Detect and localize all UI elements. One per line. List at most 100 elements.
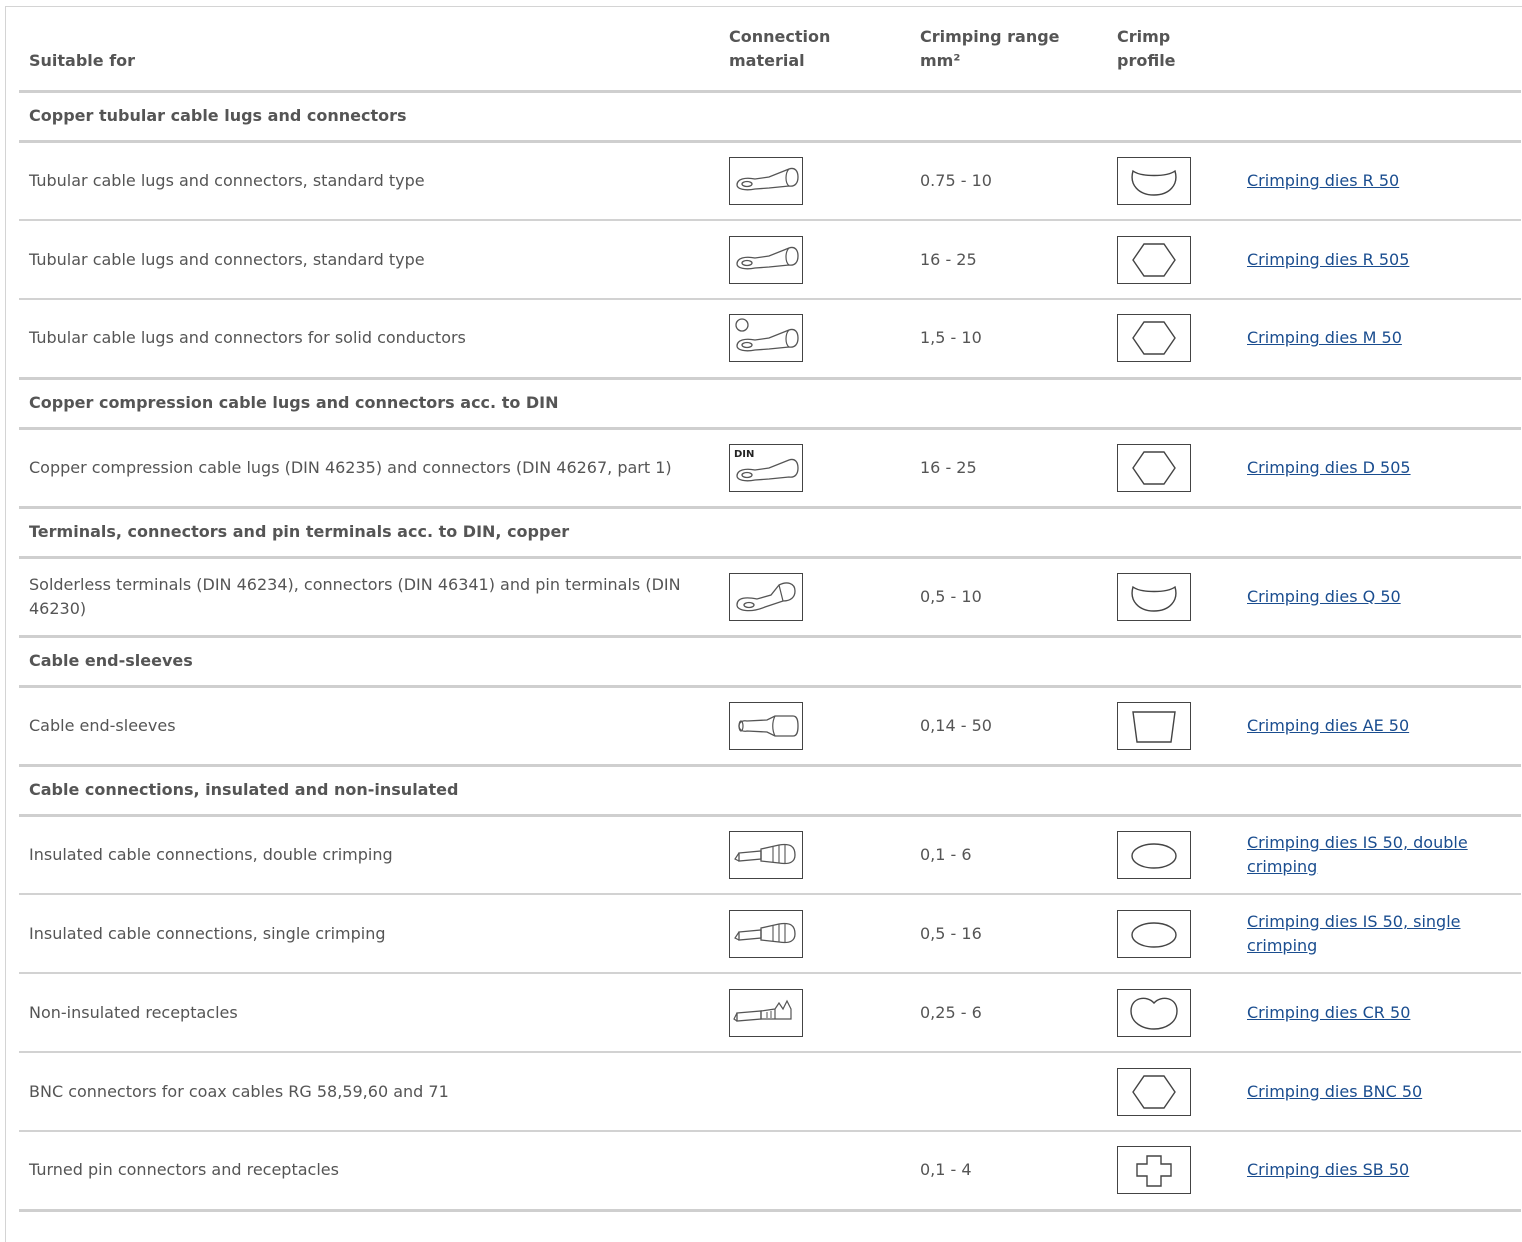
table-row: Turned pin connectors and receptacles 0,1… — [19, 1131, 1521, 1212]
crimping-dies-link[interactable]: Crimping dies SB 50 — [1247, 1160, 1409, 1179]
dies-link-cell: Crimping dies IS 50, single crimping — [1237, 894, 1521, 974]
header-suitable-for: Suitable for — [19, 0, 719, 93]
connection-material-cell: DIN — [719, 428, 910, 509]
crimping-range-cell: 0,1 - 6 — [910, 815, 1107, 895]
suitable-for-cell: Insulated cable connections, single crim… — [19, 894, 719, 974]
crimping-range-cell: 1,5 - 10 — [910, 299, 1107, 380]
crimping-dies-link[interactable]: Crimping dies AE 50 — [1247, 716, 1409, 735]
crimping-dies-link[interactable]: Crimping dies BNC 50 — [1247, 1082, 1422, 1101]
header-crimp-profile: Crimp profile — [1107, 0, 1237, 93]
end-sleeve-icon — [729, 701, 803, 750]
insulated-connector-icon — [729, 909, 803, 958]
crimp-profile-cell — [1107, 686, 1237, 767]
crimp-profile-cell — [1107, 428, 1237, 509]
suitable-for-cell: Insulated cable connections, double crim… — [19, 815, 719, 895]
section-title: Terminals, connectors and pin terminals … — [19, 507, 1521, 559]
suitable-for-cell: Non-insulated receptacles — [19, 973, 719, 1053]
hexagon-profile-icon — [1117, 1067, 1191, 1116]
dies-link-cell: Crimping dies IS 50, double crimping — [1237, 815, 1521, 895]
suitable-for-cell: Tubular cable lugs and connectors, stand… — [19, 220, 719, 300]
table-row: Non-insulated receptacles 0,25 - 6 Crimpin… — [19, 973, 1521, 1053]
table-row: Cable end-sleeves 0,14 - 50 Crimping dies … — [19, 686, 1521, 767]
table-row: Insulated cable connections, double crim… — [19, 815, 1521, 895]
table-row: Solderless terminals (DIN 46234), connec… — [19, 557, 1521, 638]
suitable-for-cell: Cable end-sleeves — [19, 686, 719, 767]
table-row: BNC connectors for coax cables RG 58,59,… — [19, 1052, 1521, 1132]
crimping-dies-link[interactable]: Crimping dies IS 50, double crimping — [1247, 833, 1468, 876]
table-row: Tubular cable lugs and connectors for so… — [19, 299, 1521, 380]
dies-link-cell: Crimping dies M 50 — [1237, 299, 1521, 380]
crimping-dies-link[interactable]: Crimping dies Q 50 — [1247, 587, 1401, 606]
crimping-range-cell: 0,25 - 6 — [910, 973, 1107, 1053]
din-lug-icon: DIN — [729, 443, 803, 492]
receptacle-icon — [729, 988, 803, 1037]
heart-profile-icon — [1117, 988, 1191, 1037]
crimp-profile-cell — [1107, 299, 1237, 380]
crimp-profile-cell — [1107, 973, 1237, 1053]
crimping-dies-link[interactable]: Crimping dies D 505 — [1247, 458, 1411, 477]
suitable-for-cell: Turned pin connectors and receptacles — [19, 1131, 719, 1212]
crimp-profile-cell — [1107, 141, 1237, 221]
table-header-row: Suitable for Connection material Crimpin… — [19, 0, 1521, 93]
suitable-for-cell: Tubular cable lugs and connectors for so… — [19, 299, 719, 380]
connection-material-cell — [719, 815, 910, 895]
section-title: Cable connections, insulated and non-ins… — [19, 765, 1521, 817]
tubular-lug-solid-icon — [729, 314, 803, 363]
section-header-row: Copper tubular cable lugs and connectors — [19, 91, 1521, 143]
crimping-dies-table: Suitable for Connection material Crimpin… — [19, 0, 1521, 1212]
hexagon-profile-icon — [1117, 443, 1191, 492]
crimp-profile-cell — [1107, 1131, 1237, 1212]
hexagon-profile-icon — [1117, 314, 1191, 363]
crimping-range-cell: 0,14 - 50 — [910, 686, 1107, 767]
connection-material-cell — [719, 557, 910, 638]
crimping-range-cell: 0,5 - 10 — [910, 557, 1107, 638]
dies-link-cell: Crimping dies CR 50 — [1237, 973, 1521, 1053]
dies-link-cell: Crimping dies Q 50 — [1237, 557, 1521, 638]
connection-material-cell — [719, 1131, 910, 1212]
tubular-lug-icon — [729, 235, 803, 284]
din-label: DIN — [734, 449, 754, 460]
crimp-profile-cell — [1107, 220, 1237, 300]
section-title: Copper tubular cable lugs and connectors — [19, 91, 1521, 143]
dies-link-cell: Crimping dies D 505 — [1237, 428, 1521, 509]
crimping-dies-link[interactable]: Crimping dies CR 50 — [1247, 1003, 1410, 1022]
crimping-range-cell: 0,5 - 16 — [910, 894, 1107, 974]
trapezoid-profile-icon — [1117, 701, 1191, 750]
oval-profile-icon — [1117, 830, 1191, 879]
crimping-dies-link[interactable]: Crimping dies R 505 — [1247, 250, 1409, 269]
dies-link-cell: Crimping dies SB 50 — [1237, 1131, 1521, 1212]
connection-material-cell — [719, 894, 910, 974]
header-crimping-range: Crimping range mm² — [910, 0, 1107, 93]
section-header-row: Copper compression cable lugs and connec… — [19, 378, 1521, 430]
connection-material-cell — [719, 1052, 910, 1132]
dies-link-cell: Crimping dies AE 50 — [1237, 686, 1521, 767]
table-row: Tubular cable lugs and connectors, stand… — [19, 141, 1521, 221]
suitable-for-cell: Copper compression cable lugs (DIN 46235… — [19, 428, 719, 509]
table-row: Insulated cable connections, single crim… — [19, 894, 1521, 974]
section-header-row: Cable connections, insulated and non-ins… — [19, 765, 1521, 817]
crimp-profile-cell — [1107, 1052, 1237, 1132]
table-row: Tubular cable lugs and connectors, stand… — [19, 220, 1521, 300]
cross-profile-icon — [1117, 1146, 1191, 1195]
header-dies — [1237, 0, 1521, 93]
connection-material-cell — [719, 299, 910, 380]
insulated-connector-icon — [729, 830, 803, 879]
connection-material-cell — [719, 686, 910, 767]
crescent-profile-icon — [1117, 572, 1191, 621]
hexagon-profile-icon — [1117, 235, 1191, 284]
suitable-for-cell: Tubular cable lugs and connectors, stand… — [19, 141, 719, 221]
crimping-range-cell: 0,1 - 4 — [910, 1131, 1107, 1212]
dies-link-cell: Crimping dies BNC 50 — [1237, 1052, 1521, 1132]
header-connection-material: Connection material — [719, 0, 910, 93]
section-title: Copper compression cable lugs and connec… — [19, 378, 1521, 430]
connection-material-cell — [719, 141, 910, 221]
crimping-dies-link[interactable]: Crimping dies M 50 — [1247, 328, 1402, 347]
connection-material-cell — [719, 220, 910, 300]
crimp-profile-cell — [1107, 894, 1237, 974]
section-header-row: Cable end-sleeves — [19, 636, 1521, 688]
crimping-dies-link[interactable]: Crimping dies IS 50, single crimping — [1247, 912, 1461, 955]
table-row: Copper compression cable lugs (DIN 46235… — [19, 428, 1521, 509]
crimping-dies-link[interactable]: Crimping dies R 50 — [1247, 171, 1399, 190]
oval-profile-icon — [1117, 909, 1191, 958]
solderless-terminal-icon — [729, 572, 803, 621]
